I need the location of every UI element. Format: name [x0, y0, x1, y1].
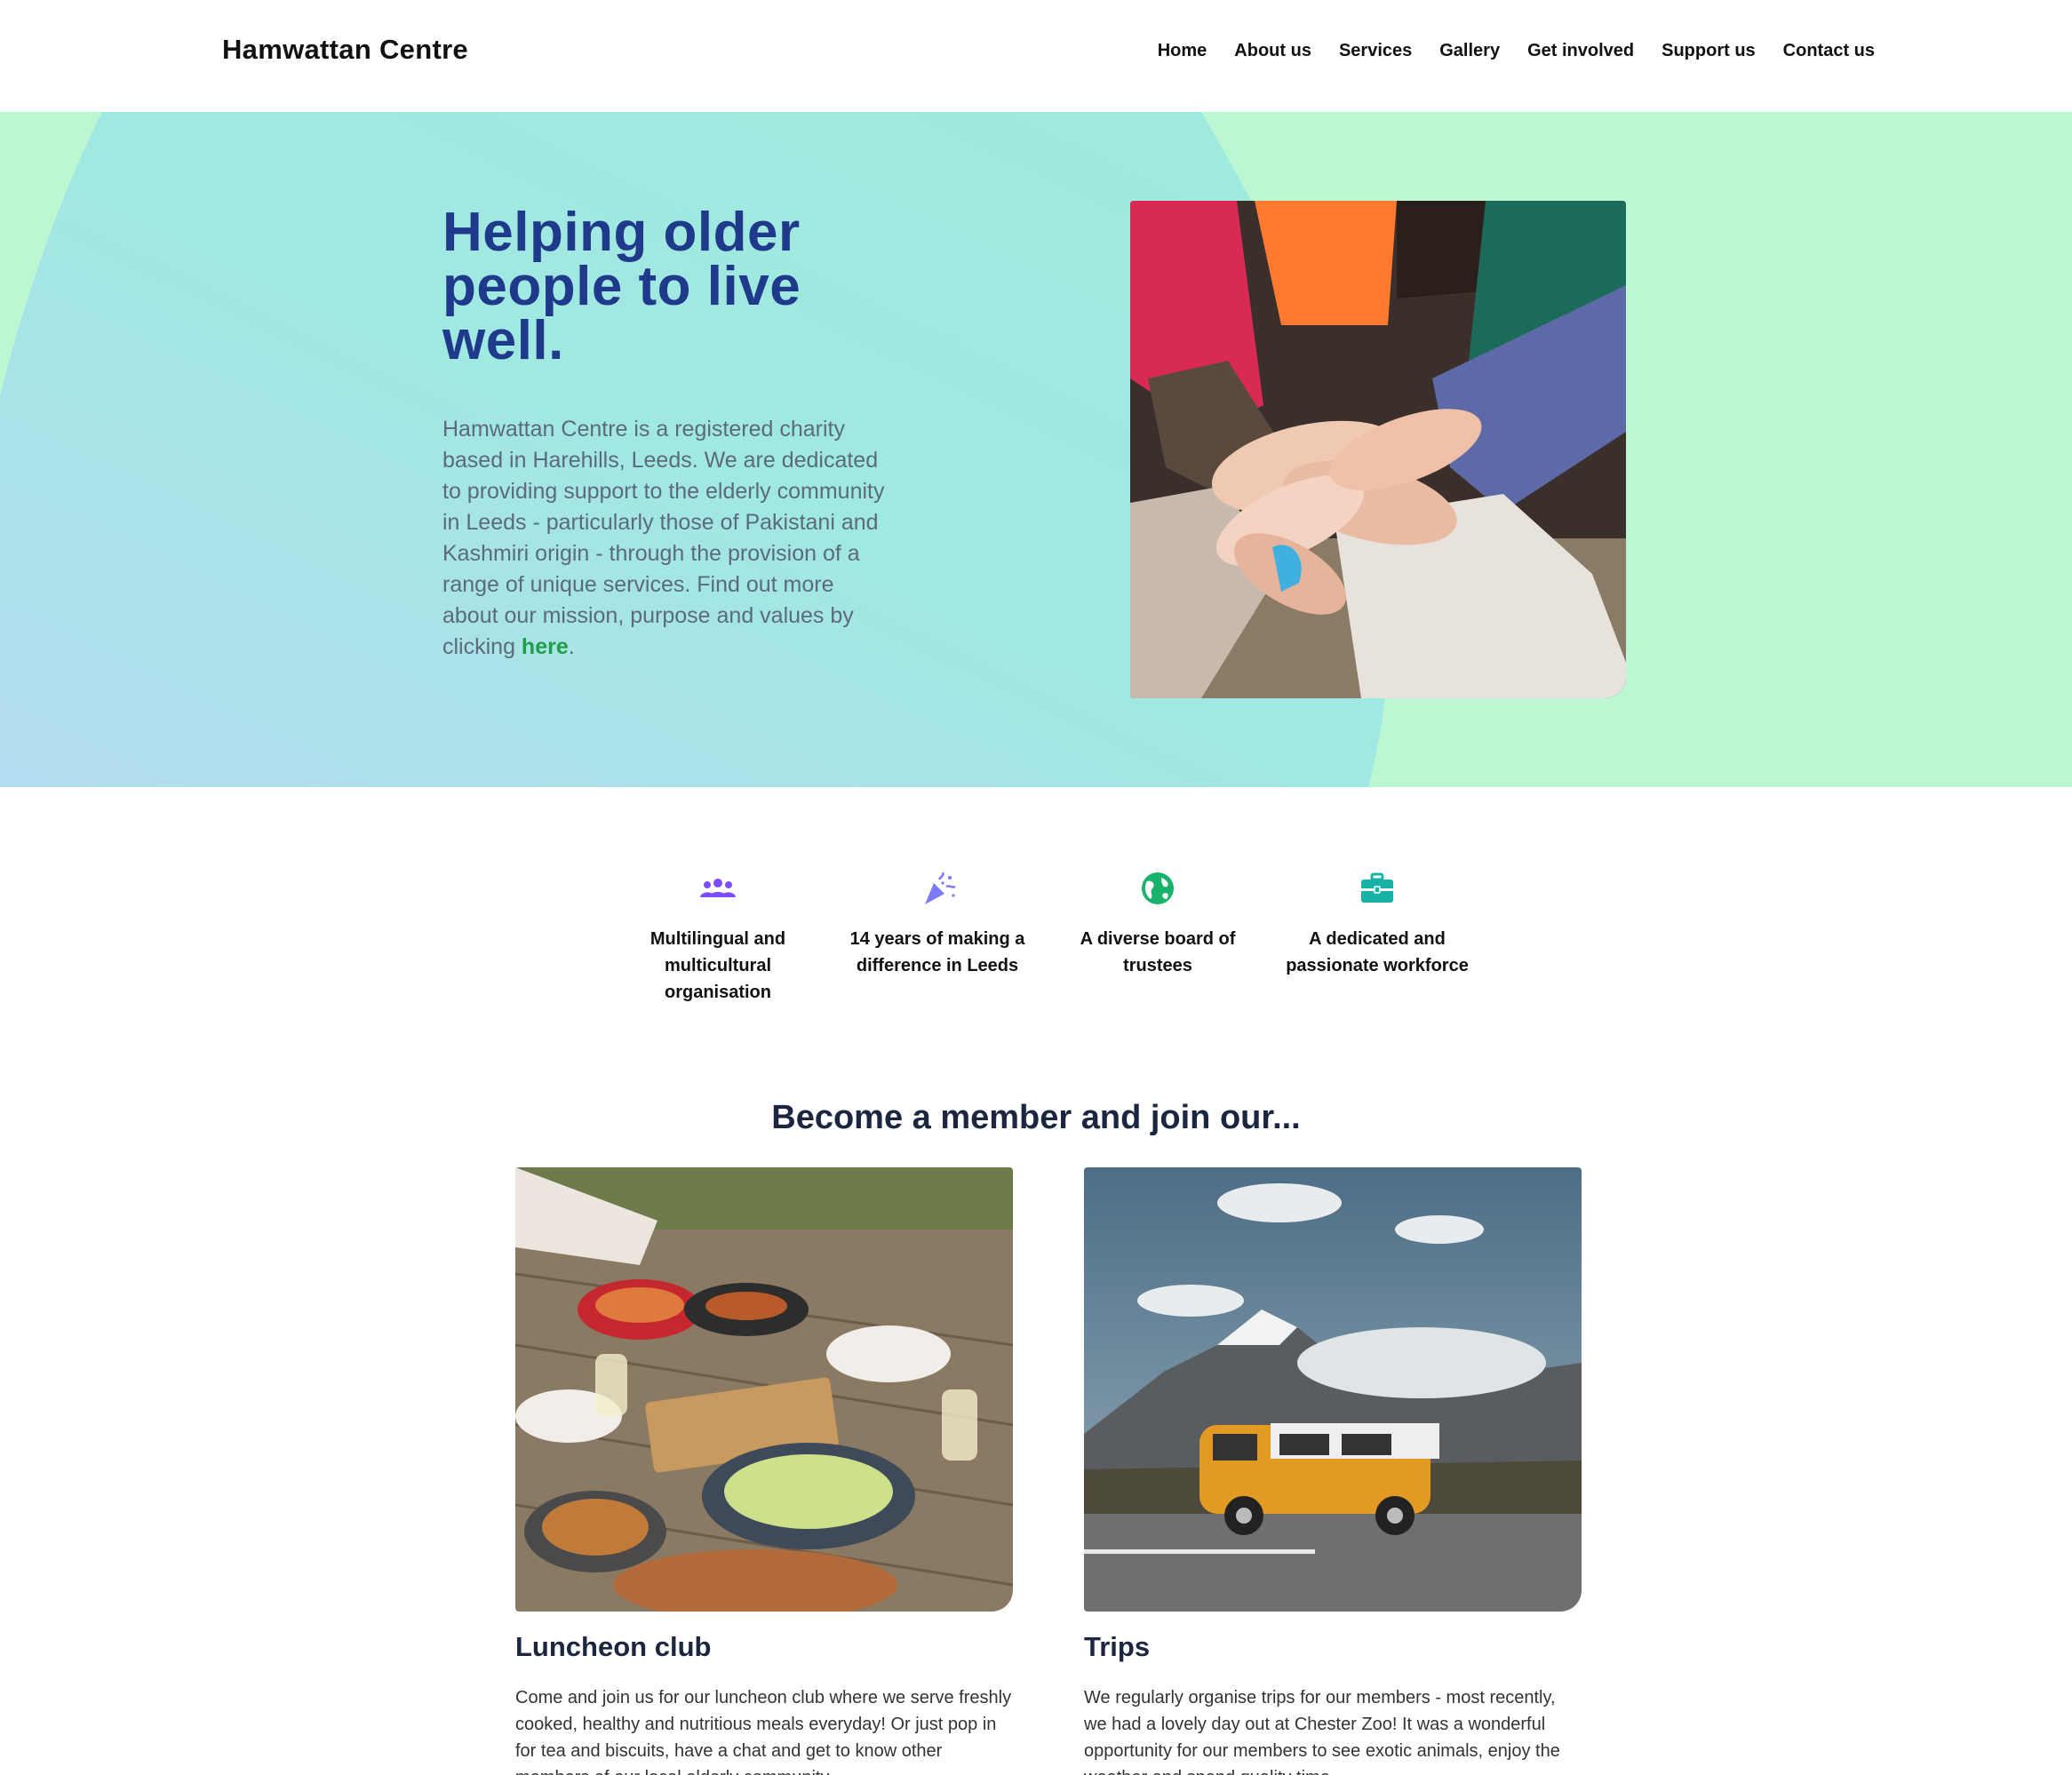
feature-multilingual: Multilingual and multicultural organisat…: [616, 871, 820, 1006]
stacked-hands-illustration: [1130, 201, 1626, 698]
brand-logo-text[interactable]: Hamwattan Centre: [222, 34, 468, 66]
site-header: Hamwattan Centre Home About us Services …: [0, 0, 2072, 112]
feature-label: A dedicated and passionate workforce: [1286, 929, 1469, 975]
feature-14-years: 14 years of making a difference in Leeds: [835, 871, 1040, 979]
party-popper-icon: [925, 872, 956, 904]
card-luncheon-club[interactable]: Luncheon club Come and join us for our l…: [515, 1167, 1013, 1775]
luncheon-food-photo: [515, 1167, 1013, 1612]
mountain-van-illustration: [1084, 1167, 1582, 1612]
hero-background-blob: [0, 112, 1390, 787]
card-description: Come and join us for our luncheon club w…: [515, 1688, 1012, 1775]
hero-here-link[interactable]: here: [522, 634, 569, 659]
nav-home[interactable]: Home: [1158, 41, 1207, 61]
feature-diverse-board: A diverse board of trustees: [1056, 871, 1260, 979]
briefcase-icon: [1361, 872, 1393, 903]
globe-icon: [1142, 872, 1174, 904]
nav-support-us[interactable]: Support us: [1662, 41, 1756, 61]
people-group-icon: [700, 879, 736, 897]
card-trips[interactable]: Trips We regularly organise trips for ou…: [1084, 1167, 1582, 1775]
hero-body-text: Hamwattan Centre is a registered charity…: [442, 417, 885, 659]
card-description: We regularly organise trips for our memb…: [1084, 1688, 1560, 1775]
card-title: Luncheon club: [515, 1631, 712, 1662]
hero-section: Helping older people to live well. Hamwa…: [0, 112, 2072, 787]
nav-services[interactable]: Services: [1339, 41, 1412, 61]
hero-body-end: .: [568, 634, 575, 659]
hero-description: Hamwattan Centre is a registered charity…: [442, 414, 887, 663]
card-title: Trips: [1084, 1631, 1151, 1662]
trips-van-photo: [1084, 1167, 1582, 1612]
food-table-illustration: [515, 1167, 1013, 1612]
nav-contact-us[interactable]: Contact us: [1783, 41, 1875, 61]
nav-about-us[interactable]: About us: [1234, 41, 1311, 61]
main-nav: Home About us Services Gallery Get invol…: [1130, 41, 1875, 61]
nav-gallery[interactable]: Gallery: [1439, 41, 1500, 61]
hero-title: Helping older people to live well.: [442, 202, 801, 371]
feature-label: 14 years of making a difference in Leeds: [849, 929, 1025, 975]
nav-get-involved[interactable]: Get involved: [1527, 41, 1634, 61]
stacked-hands-photo: [1130, 201, 1626, 698]
members-section-title: Become a member and join our...: [771, 1099, 1301, 1136]
feature-label: A diverse board of trustees: [1080, 929, 1236, 975]
feature-label: Multilingual and multicultural organisat…: [649, 929, 786, 1002]
feature-workforce: A dedicated and passionate workforce: [1275, 871, 1479, 979]
